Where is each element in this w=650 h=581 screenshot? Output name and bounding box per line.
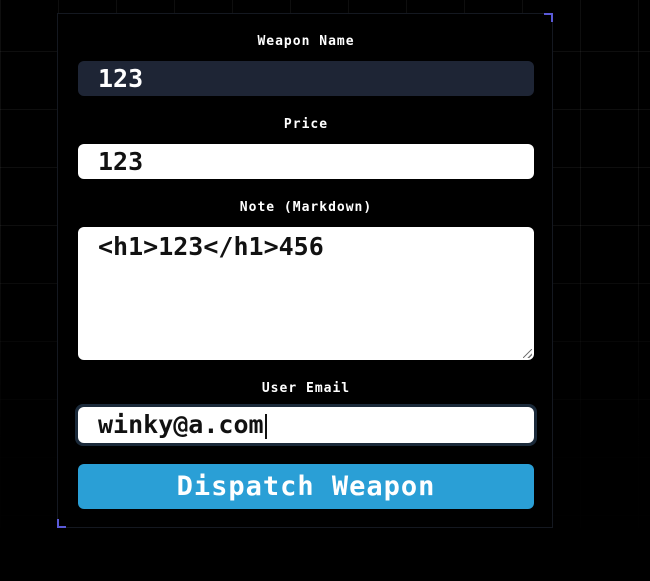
price-label: Price <box>283 117 329 132</box>
email-focus-ring: winky@a.com <box>75 404 537 446</box>
resize-grip-icon[interactable] <box>523 349 532 358</box>
email-label: User Email <box>261 381 351 396</box>
note-textarea[interactable]: <h1>123</h1>456 <box>78 227 534 360</box>
corner-accent-top-right <box>544 13 553 22</box>
weapon-name-label: Weapon Name <box>257 34 355 49</box>
email-input[interactable]: winky@a.com <box>78 407 534 443</box>
dispatch-weapon-button[interactable]: Dispatch Weapon <box>78 464 534 509</box>
weapon-form-panel: Weapon Name 123 Price 123 Note (Markdown… <box>57 13 553 528</box>
note-textarea-value: <h1>123</h1>456 <box>98 232 324 261</box>
corner-accent-bottom-left <box>57 519 66 528</box>
text-caret <box>264 413 267 439</box>
note-label: Note (Markdown) <box>239 200 373 215</box>
weapon-name-input[interactable]: 123 <box>78 61 534 96</box>
email-input-value: winky@a.com <box>98 410 264 439</box>
price-input[interactable]: 123 <box>78 144 534 179</box>
